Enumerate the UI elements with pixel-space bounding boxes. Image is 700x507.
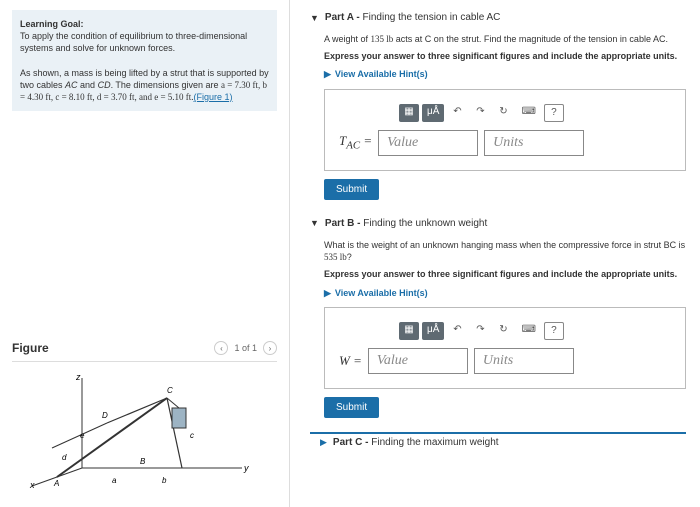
svg-text:d: d [62,453,67,462]
svg-text:e: e [80,431,85,440]
caret-right-icon: ▶ [320,437,327,448]
figure-prev-button[interactable]: ‹ [214,341,228,355]
part-b-hints-link[interactable]: ▶View Available Hint(s) [324,287,686,300]
svg-text:A: A [53,479,59,488]
figure-diagram: y x z A B C D a b c d e [12,362,277,497]
templates-icon[interactable]: ▦ [399,104,419,122]
part-a-header[interactable]: ▼ Part A - Finding the tension in cable … [310,8,686,27]
svg-text:b: b [162,476,167,485]
svg-text:a: a [112,476,117,485]
figure-next-button[interactable]: › [263,341,277,355]
svg-text:x: x [29,480,35,488]
part-b-variable: W = [339,352,362,370]
part-c-header[interactable]: ▶ Part C - Finding the maximum weight [310,432,686,451]
svg-text:c: c [190,431,194,440]
caret-right-icon: ▶ [324,68,331,81]
svg-text:D: D [102,411,108,420]
caret-right-icon: ▶ [324,287,331,300]
figure-pager: ‹ 1 of 1 › [214,341,277,355]
goal-text-1: To apply the condition of equilibrium to… [20,31,247,53]
redo-icon[interactable]: ↷ [470,104,490,122]
caret-down-icon: ▼ [310,13,319,23]
part-a-units-input[interactable]: Units [484,130,584,156]
keyboard-icon[interactable]: ⌨ [516,104,540,122]
symbols-icon[interactable]: μÅ [422,104,444,122]
goal-heading: Learning Goal: [20,19,84,29]
undo-icon[interactable]: ↶ [447,322,467,340]
symbols-icon[interactable]: μÅ [422,322,444,340]
part-a-instruction: Express your answer to three significant… [324,50,686,63]
svg-text:y: y [243,463,249,473]
part-b-value-input[interactable]: Value [368,348,468,374]
svg-text:B: B [140,457,146,466]
reset-icon[interactable]: ↻ [493,104,513,122]
figure-link[interactable]: (Figure 1) [194,92,233,102]
part-a-value-input[interactable]: Value [378,130,478,156]
part-b-instruction: Express your answer to three significant… [324,268,686,281]
part-b-answer-widget: ▦ μÅ ↶ ↷ ↻ ⌨ ? W = Value Units [324,307,686,389]
part-b-submit-button[interactable]: Submit [324,397,379,418]
part-a: ▼ Part A - Finding the tension in cable … [310,8,686,200]
part-a-answer-widget: ▦ μÅ ↶ ↷ ↻ ⌨ ? TAC = Value Units [324,89,686,171]
caret-down-icon: ▼ [310,218,319,228]
part-b-header[interactable]: ▼ Part B - Finding the unknown weight [310,214,686,233]
templates-icon[interactable]: ▦ [399,322,419,340]
keyboard-icon[interactable]: ⌨ [516,322,540,340]
part-a-variable: TAC = [339,132,372,154]
part-a-submit-button[interactable]: Submit [324,179,379,200]
part-b: ▼ Part B - Finding the unknown weight Wh… [310,214,686,418]
figure-page-label: 1 of 1 [234,343,257,353]
svg-text:C: C [167,386,173,395]
learning-goal-box: Learning Goal: To apply the condition of… [12,10,277,111]
svg-text:z: z [75,372,81,382]
help-icon[interactable]: ? [544,104,564,122]
undo-icon[interactable]: ↶ [447,104,467,122]
figure-title: Figure [12,341,49,355]
help-icon[interactable]: ? [544,322,564,340]
reset-icon[interactable]: ↻ [493,322,513,340]
part-a-hints-link[interactable]: ▶View Available Hint(s) [324,68,686,81]
redo-icon[interactable]: ↷ [470,322,490,340]
part-b-units-input[interactable]: Units [474,348,574,374]
